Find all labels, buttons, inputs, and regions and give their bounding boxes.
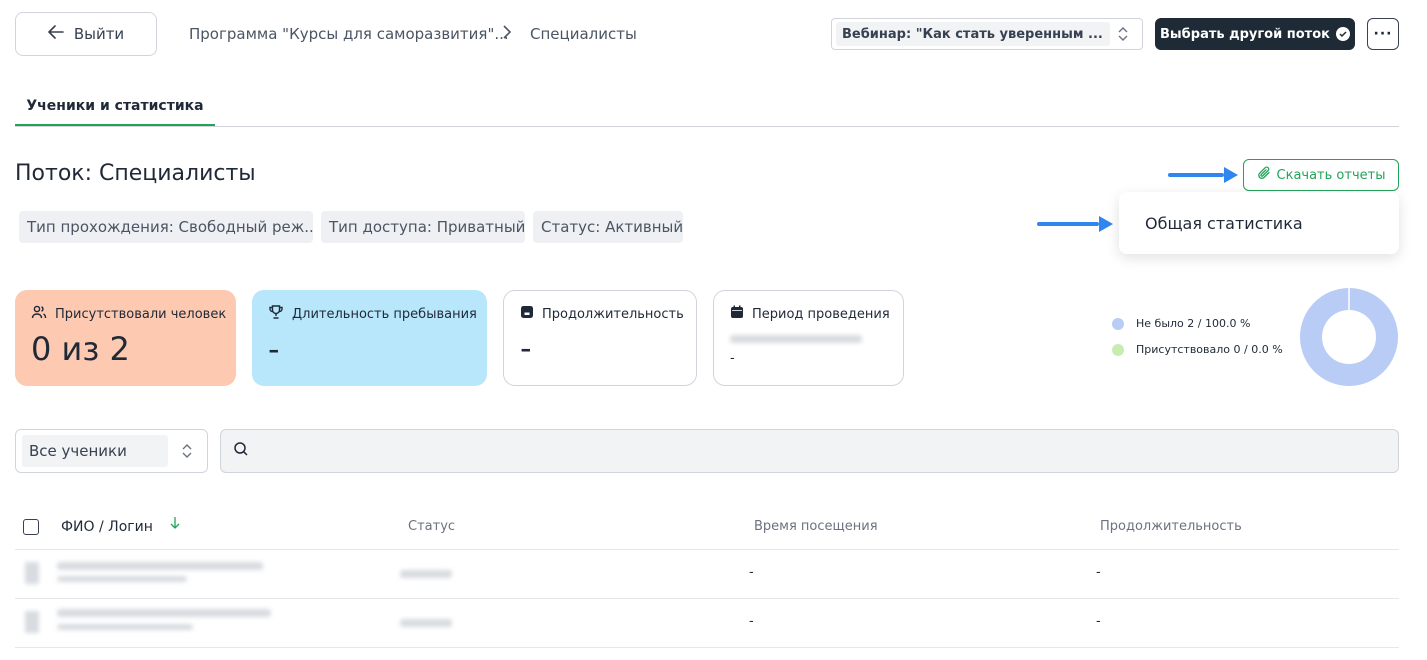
chip-pass-type: Тип прохождения: Свободный реж... [19,211,313,243]
timer-icon [520,305,534,323]
visit-time-cell: - [749,565,754,580]
breadcrumb-current: Специалисты [530,25,637,43]
student-login-redacted [57,624,193,630]
avatar [25,611,39,633]
stat-card-stay-duration: Длительность пребывания - [252,290,487,386]
legend-item-absent: Не было 2 / 100.0 % [1112,317,1250,330]
period-dates-redacted [730,335,862,343]
legend-item-present: Присутствовало 0 / 0.0 % [1112,343,1283,356]
stream-select[interactable]: Вебинар: "Как стать уверенным ... [831,18,1143,50]
students-filter-select[interactable]: Все ученики [15,429,208,473]
stat-card-attended: Присутствовали человек 0 из 2 [15,290,236,386]
stat-label: Присутствовали человек [55,306,227,322]
more-options-button[interactable]: ··· [1367,18,1399,50]
attendance-donut-chart [1300,287,1398,386]
student-name-redacted [57,562,263,570]
breadcrumb-program[interactable]: Программа "Курсы для саморазвития"... [189,25,509,43]
download-reports-label: Скачать отчеты [1276,167,1386,183]
users-icon [31,304,47,324]
period-end: - [730,351,735,366]
paperclip-icon [1257,166,1271,184]
tab-divider [15,126,1399,127]
back-button[interactable]: Выйти [15,12,157,56]
search-icon [233,441,249,461]
tab-label: Ученики и статистика [26,98,204,114]
stat-value: 0 из 2 [31,330,130,368]
choose-stream-label: Выбрать другой поток [1160,26,1330,42]
students-filter-value: Все ученики [22,435,168,467]
check-circle-icon [1335,27,1350,41]
arrow-left-icon [48,25,64,43]
duration-cell: - [1096,565,1101,580]
download-reports-button[interactable]: Скачать отчеты [1243,159,1399,191]
stat-card-period: Период проведения - [713,290,904,386]
legend-label: Не было 2 / 100.0 % [1136,317,1251,330]
stat-label: Период проведения [752,306,890,322]
more-icon: ··· [1373,26,1393,42]
stat-label: Длительность пребывания [292,306,477,322]
page-title: Поток: Специалисты [15,161,256,186]
table-row[interactable]: - - [15,599,1399,647]
row-divider [15,647,1399,648]
status-redacted [400,619,452,627]
chip-access-type: Тип доступа: Приватный [321,211,525,243]
chevron-updown-icon [1118,27,1128,41]
stat-card-duration: Продолжительность - [503,290,697,386]
reports-dropdown: Общая статистика [1119,192,1399,254]
choose-stream-button[interactable]: Выбрать другой поток [1155,18,1355,50]
back-label: Выйти [73,25,125,43]
chevron-right-icon [502,24,512,44]
legend-dot [1112,317,1124,330]
annotation-arrow-download [1168,167,1238,183]
table-row[interactable]: - - [15,550,1399,598]
calendar-icon [730,305,744,323]
student-name-redacted [57,609,271,617]
select-all-checkbox[interactable] [23,519,39,535]
stat-label: Продолжительность [542,306,684,322]
dropdown-item-general-stats[interactable]: Общая статистика [1145,214,1303,233]
column-header-duration[interactable]: Продолжительность [1100,519,1242,534]
duration-cell: - [1096,614,1101,629]
stream-select-value: Вебинар: "Как стать уверенным ... [836,22,1110,46]
trophy-icon [268,304,284,324]
stat-value: - [520,329,532,367]
annotation-arrow-dropdown [1037,216,1113,232]
column-header-name[interactable]: ФИО / Логин [61,519,153,535]
legend-dot [1112,343,1124,356]
student-login-redacted [57,576,187,582]
legend-label: Присутствовало 0 / 0.0 % [1136,343,1283,356]
sort-down-icon[interactable] [170,516,180,534]
chevron-updown-icon [182,444,192,458]
tab-students-stats[interactable]: Ученики и статистика [15,88,215,126]
stat-value: - [268,330,280,368]
avatar [25,562,39,584]
search-input[interactable] [220,429,1399,473]
column-header-status[interactable]: Статус [408,519,455,534]
column-header-visit-time[interactable]: Время посещения [754,519,878,534]
visit-time-cell: - [749,614,754,629]
status-redacted [400,570,452,578]
chip-status: Статус: Активный [533,211,683,243]
